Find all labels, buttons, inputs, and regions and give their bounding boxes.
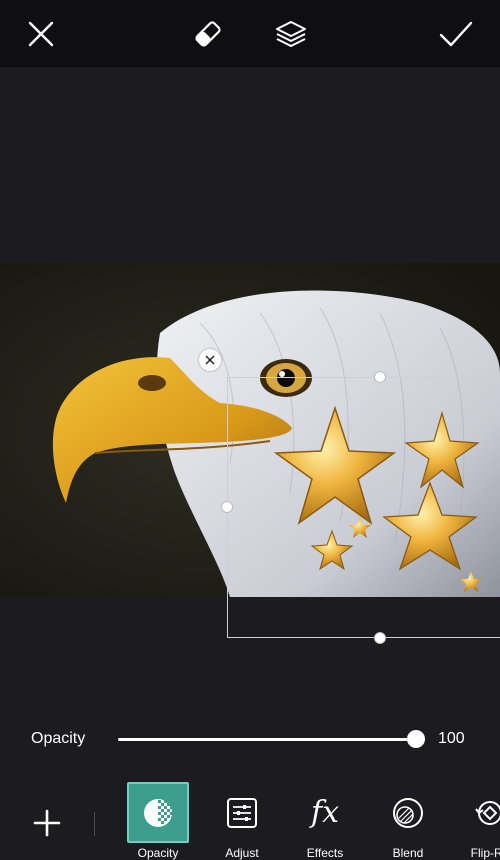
plus-icon xyxy=(33,809,61,837)
opacity-slider-track[interactable] xyxy=(118,738,416,741)
add-button[interactable] xyxy=(28,804,66,842)
left-resize-handle[interactable] xyxy=(221,501,233,513)
tool-effects-icon-box: fx xyxy=(294,782,356,843)
close-icon xyxy=(205,355,215,365)
bottom-panel: Opacity 100 Opacity Adjust fx Effects Bl… xyxy=(0,705,500,860)
tool-bar: Opacity Adjust fx Effects Blend Flip-R xyxy=(0,782,500,860)
close-button[interactable] xyxy=(21,14,61,54)
eraser-button[interactable] xyxy=(188,14,228,54)
adjust-icon xyxy=(227,797,257,828)
layers-icon xyxy=(276,21,306,47)
tool-effects[interactable]: fx Effects xyxy=(287,782,363,860)
editor-canvas[interactable] xyxy=(0,67,500,705)
tool-blend-label: Blend xyxy=(392,846,424,860)
top-resize-handle[interactable] xyxy=(374,371,386,383)
tool-adjust-icon-box xyxy=(211,782,273,843)
tool-adjust[interactable]: Adjust xyxy=(204,782,280,860)
tool-blend[interactable]: Blend xyxy=(370,782,446,860)
tool-opacity[interactable]: Opacity xyxy=(120,782,196,860)
tool-effects-label: Effects xyxy=(306,846,344,860)
eagle-photo xyxy=(0,263,500,597)
tool-blend-icon-box xyxy=(377,782,439,843)
tool-opacity-icon-box xyxy=(127,782,189,843)
tool-opacity-label: Opacity xyxy=(137,846,179,860)
layers-button[interactable] xyxy=(271,14,311,54)
checkmark-icon xyxy=(439,21,473,47)
tool-flip-rotate-label: Flip-Ro xyxy=(470,846,500,860)
close-icon xyxy=(28,21,54,47)
tool-adjust-label: Adjust xyxy=(225,846,259,860)
top-bar xyxy=(0,0,500,67)
fx-icon: fx xyxy=(310,795,340,830)
eagle-image xyxy=(0,263,500,597)
bottom-resize-handle[interactable] xyxy=(374,632,386,644)
blend-icon xyxy=(393,797,423,828)
opacity-value: 100 xyxy=(438,730,465,747)
toolbar-divider xyxy=(94,812,95,836)
apply-button[interactable] xyxy=(436,14,476,54)
tool-flip-rotate-icon-box xyxy=(459,782,500,843)
tool-flip-rotate[interactable]: Flip-Ro xyxy=(452,782,500,860)
flip-rotate-icon xyxy=(475,800,500,825)
remove-sticker-button[interactable] xyxy=(199,349,221,371)
opacity-icon xyxy=(144,798,172,827)
opacity-slider-thumb[interactable] xyxy=(407,730,425,748)
opacity-label: Opacity xyxy=(31,730,86,747)
eraser-icon xyxy=(195,21,221,47)
